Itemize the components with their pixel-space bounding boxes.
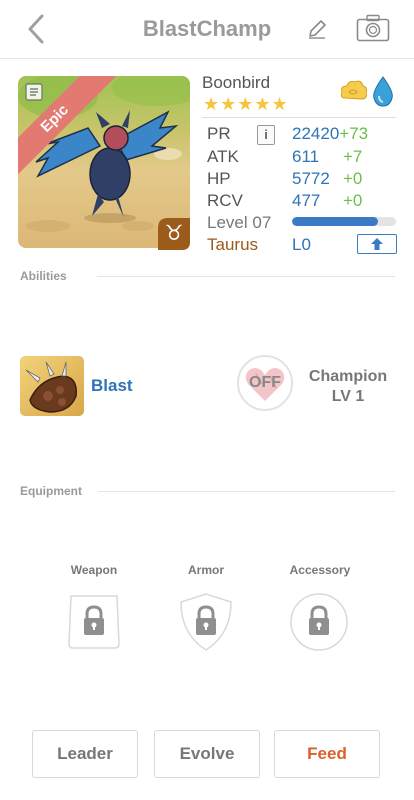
zodiac-name: Taurus bbox=[207, 235, 259, 254]
monster-name: Boonbird bbox=[202, 73, 271, 92]
leader-button[interactable]: Leader bbox=[32, 730, 138, 778]
stat-value-hp: 5772 bbox=[292, 169, 330, 188]
divider bbox=[202, 117, 396, 118]
champion-toggle[interactable]: OFF bbox=[236, 354, 294, 412]
accessory-slot[interactable] bbox=[288, 590, 350, 654]
abilities-section-label: Abilities bbox=[20, 269, 67, 283]
skill-icon[interactable] bbox=[20, 356, 84, 416]
equipment-divider bbox=[98, 491, 395, 492]
stat-value: 22420 bbox=[292, 124, 340, 143]
level-label: Level 07 bbox=[207, 213, 272, 232]
star-rating: ★★★★★ bbox=[203, 94, 289, 114]
stat-bonus-atk: +7 bbox=[343, 147, 363, 166]
weapon-slot[interactable] bbox=[63, 590, 125, 654]
champion-title: Champion bbox=[308, 368, 388, 385]
stat-value-pr: 22420+73 bbox=[292, 124, 368, 144]
water-element-icon bbox=[370, 76, 396, 113]
armor-label: Armor bbox=[187, 563, 224, 577]
level-progress-bar bbox=[292, 217, 396, 226]
stat-label-hp: HP bbox=[207, 169, 231, 188]
zodiac-badge: ♉ bbox=[158, 218, 190, 250]
stat-label-atk: ATK bbox=[207, 147, 239, 166]
card-icon bbox=[24, 82, 44, 102]
camera-button[interactable] bbox=[356, 14, 390, 42]
stat-label-rcv: RCV bbox=[207, 191, 243, 210]
arrow-up-icon bbox=[371, 238, 383, 250]
light-element-icon bbox=[340, 78, 368, 109]
camera-icon bbox=[356, 14, 390, 42]
abilities-divider bbox=[97, 276, 395, 277]
taurus-icon: ♉ bbox=[164, 221, 184, 245]
stat-value-atk: 611 bbox=[292, 147, 320, 166]
skill-name[interactable]: Blast bbox=[91, 376, 133, 396]
stat-value-rcv: 477 bbox=[292, 191, 321, 210]
edit-button[interactable] bbox=[306, 18, 328, 40]
weapon-label: Weapon bbox=[70, 563, 118, 577]
armor-slot[interactable] bbox=[175, 590, 237, 654]
evolve-button[interactable]: Evolve bbox=[154, 730, 260, 778]
stat-label-pr: PR bbox=[207, 124, 231, 143]
accessory-label: Accessory bbox=[289, 563, 351, 577]
pencil-icon bbox=[309, 20, 326, 39]
toggle-state: OFF bbox=[249, 374, 281, 391]
info-button[interactable]: i bbox=[257, 125, 275, 145]
zodiac-upgrade-button[interactable] bbox=[357, 234, 397, 254]
level-progress-fill bbox=[292, 217, 379, 226]
equipment-section-label: Equipment bbox=[20, 484, 82, 498]
stat-bonus-hp: +0 bbox=[343, 169, 363, 188]
stat-bonus-rcv: +0 bbox=[343, 191, 363, 210]
page-title: BlastChamp bbox=[142, 16, 272, 41]
champion-level: LV 1 bbox=[331, 388, 365, 405]
stat-bonus: +73 bbox=[339, 124, 369, 143]
claw-icon bbox=[20, 356, 84, 416]
feed-button[interactable]: Feed bbox=[274, 730, 380, 778]
zodiac-level: L0 bbox=[292, 235, 311, 254]
